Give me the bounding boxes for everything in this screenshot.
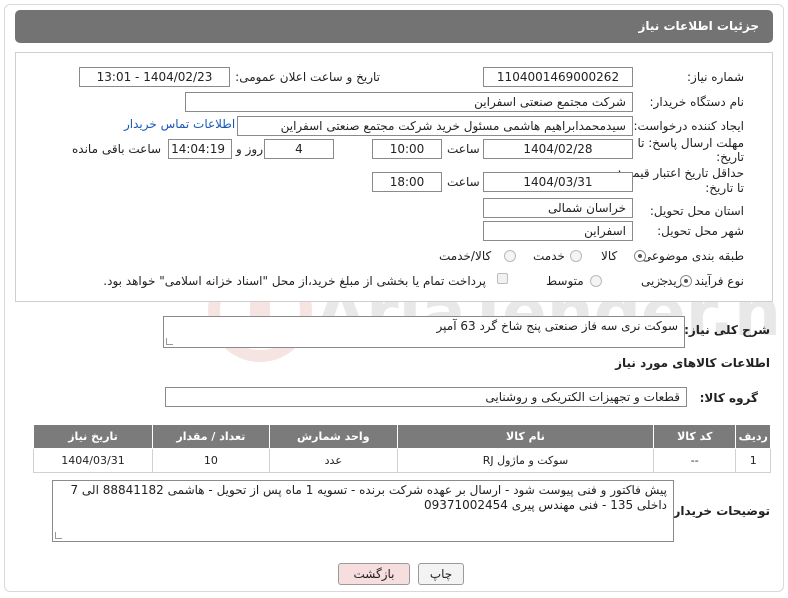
category-option-goods-service: کالا/خدمت [439, 249, 492, 263]
category-radio-goods-service[interactable] [504, 250, 516, 262]
col-header-need-date: تاریخ نیاز [32, 424, 154, 449]
announce-datetime-field[interactable]: 1404/02/23 - 13:01 [79, 67, 230, 87]
treasury-payment-note: پرداخت تمام یا بخشی از مبلغ خرید،از محل … [103, 274, 486, 288]
days-remaining-field[interactable]: 4 [264, 139, 334, 159]
buyer-notes-line-2: داخلی 135 - فنی مهندس پیری 09371002454 [423, 498, 667, 512]
need-number-field[interactable]: 1104001469000262 [483, 67, 633, 87]
resize-grip-icon[interactable] [55, 532, 62, 539]
buyer-org-field[interactable]: شرکت مجتمع صنعتی اسفراین [185, 92, 633, 112]
days-label: روز و [236, 142, 263, 156]
buyer-notes-line-1: پیش فاکتور و فنی پیوست شود - ارسال بر عه… [70, 483, 667, 497]
category-radio-goods[interactable] [634, 250, 646, 262]
reply-deadline-label-2: تاریخ: [716, 150, 744, 164]
resize-grip-icon[interactable] [166, 338, 173, 345]
reply-time-label: ساعت [447, 142, 480, 156]
purchase-radio-minor[interactable] [680, 275, 692, 287]
col-header-unit: واحد شمارش [268, 424, 398, 449]
purchase-radio-medium[interactable] [590, 275, 602, 287]
print-button[interactable]: چاپ [418, 563, 464, 585]
price-validity-time-label: ساعت [447, 175, 480, 189]
delivery-province-field[interactable]: خراسان شمالی [483, 198, 633, 218]
back-button[interactable]: بازگشت [338, 563, 410, 585]
reply-time-field[interactable]: 10:00 [372, 139, 442, 159]
page-header: جزئیات اطلاعات نیاز [15, 10, 773, 43]
category-radio-service[interactable] [570, 250, 582, 262]
buyer-notes-label: توضیحات خریدار: [668, 504, 770, 518]
buyer-notes-textarea[interactable]: پیش فاکتور و فنی پیوست شود - ارسال بر عه… [52, 480, 674, 542]
delivery-province-label: استان محل تحویل: [649, 204, 744, 218]
col-header-row-number: ردیف [735, 424, 771, 449]
remaining-time-label: ساعت باقی مانده [72, 142, 162, 156]
col-header-item-name: نام کالا [396, 424, 655, 449]
page-title: جزئیات اطلاعات نیاز [638, 19, 759, 33]
need-number-label: شماره نیاز: [687, 70, 744, 84]
category-label: طبقه بندی موضوعی: [637, 249, 744, 263]
price-validity-label-1: حداقل تاریخ اعتبار قیمت: [617, 166, 744, 180]
requester-field[interactable]: سیدمحمدابراهیم هاشمی مسئول خرید شرکت مجت… [237, 116, 633, 136]
table-header-row: ردیف کد کالا نام کالا واحد شمارش تعداد /… [32, 424, 771, 449]
reply-date-field[interactable]: 1404/02/28 [483, 139, 633, 159]
goods-section-title: اطلاعات کالاهای مورد نیاز [615, 356, 770, 370]
goods-group-field[interactable]: قطعات و تجهیزات الکتریکی و روشنایی [165, 387, 687, 407]
price-validity-date-field[interactable]: 1404/03/31 [483, 172, 633, 192]
category-option-service: خدمت [533, 249, 565, 263]
treasury-payment-checkbox[interactable] [497, 273, 508, 284]
col-header-quantity: تعداد / مقدار [152, 424, 270, 449]
cell-item-name: سوکت و ماژول RJ [396, 448, 655, 473]
remaining-time-field[interactable]: 14:04:19 [168, 139, 232, 159]
cell-need-date: 1404/03/31 [32, 448, 154, 473]
table-row[interactable]: 1 -- سوکت و ماژول RJ عدد 10 1404/03/31 [32, 448, 771, 473]
cell-row-number: 1 [735, 448, 771, 473]
summary-label: شرح کلی نیاز: [684, 323, 770, 337]
purchase-option-minor: جزیی [641, 274, 669, 288]
purchase-option-medium: متوسط [546, 274, 584, 288]
goods-table: ردیف کد کالا نام کالا واحد شمارش تعداد /… [32, 424, 771, 473]
col-header-item-code: کد کالا [653, 424, 737, 449]
cell-item-code: -- [653, 448, 737, 473]
cell-quantity: 10 [152, 448, 270, 473]
buyer-org-label: نام دستگاه خریدار: [649, 95, 745, 109]
cell-unit: عدد [268, 448, 398, 473]
summary-textarea[interactable]: سوکت نری سه فاز صنعتی پنج شاخ گرد 63 آمپ… [163, 316, 685, 348]
delivery-city-field[interactable]: اسفراین [483, 221, 633, 241]
requester-label: ایجاد کننده درخواست: [633, 119, 744, 133]
summary-text: سوکت نری سه فاز صنعتی پنج شاخ گرد 63 آمپ… [436, 319, 678, 333]
price-validity-label-2: تا تاریخ: [705, 181, 744, 195]
goods-group-label: گروه کالا: [699, 391, 758, 405]
buyer-contact-link[interactable]: اطلاعات تماس خریدار [124, 117, 235, 131]
announce-datetime-label: تاریخ و ساعت اعلان عمومی: [235, 70, 380, 84]
purchase-type-label: نوع فرآیند خرید : [659, 274, 744, 288]
delivery-city-label: شهر محل تحویل: [657, 224, 744, 238]
category-option-goods: کالا [601, 249, 618, 263]
price-validity-time-field[interactable]: 18:00 [372, 172, 442, 192]
reply-deadline-label-1: مهلت ارسال پاسخ: تا [637, 136, 744, 150]
